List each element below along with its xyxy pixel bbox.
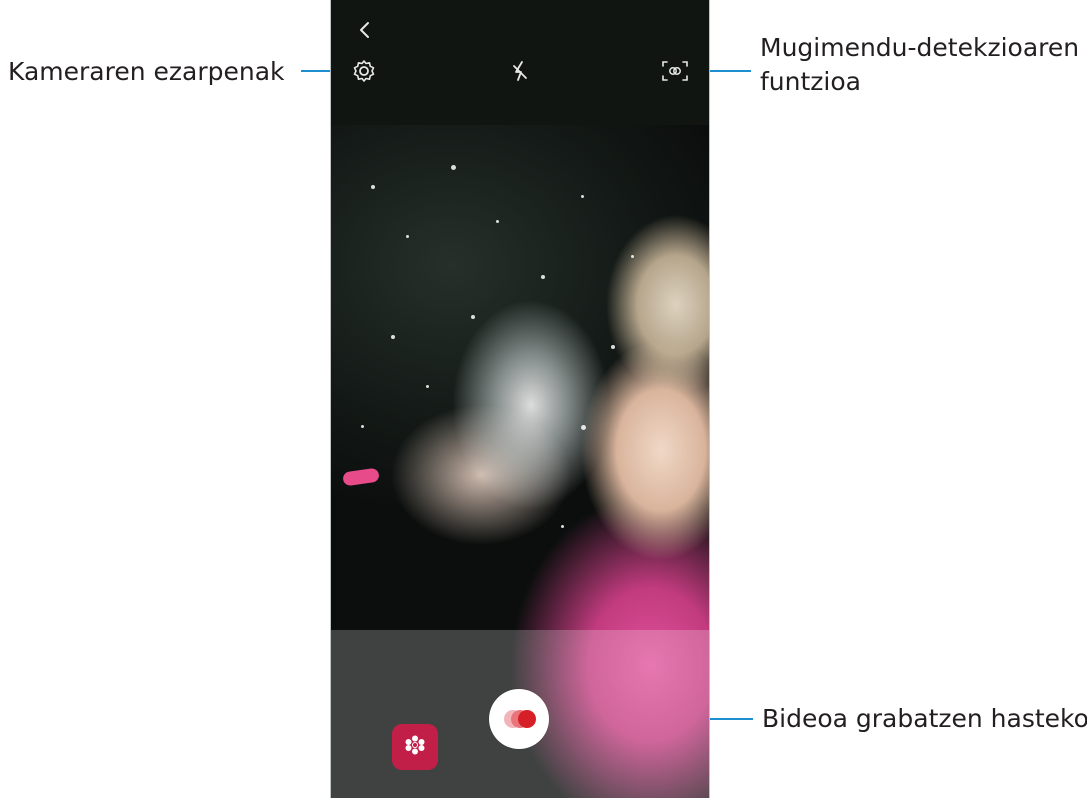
- gear-icon[interactable]: [351, 58, 377, 84]
- start-recording-callout: Bideoa grabatzen hasteko: [762, 704, 1087, 733]
- flash-off-icon[interactable]: [507, 58, 533, 84]
- water-splash: [391, 335, 395, 339]
- camera-settings-callout: Kameraren ezarpenak: [8, 57, 285, 86]
- water-splash: [426, 385, 429, 388]
- water-splash: [496, 220, 499, 223]
- gallery-button[interactable]: [392, 724, 438, 770]
- water-splash: [541, 275, 545, 279]
- water-splash: [471, 315, 475, 319]
- motion-detection-callout-line2: funtzioa: [760, 67, 861, 96]
- water-splash: [631, 255, 634, 258]
- water-splash: [451, 165, 456, 170]
- camera-top-bar: [331, 0, 709, 125]
- water-splash: [561, 525, 564, 528]
- water-splash: [371, 185, 375, 189]
- motion-detection-callout: Mugimendu-detekzioaren funtzioa: [760, 31, 1079, 99]
- water-splash: [581, 425, 586, 430]
- camera-screen: [330, 0, 710, 798]
- record-button[interactable]: [489, 689, 549, 749]
- water-splash: [581, 195, 584, 198]
- motion-detection-callout-line1: Mugimendu-detekzioaren: [760, 33, 1080, 62]
- water-splash: [611, 345, 615, 349]
- water-balloon-nozzle: [342, 467, 380, 487]
- gallery-icon: [403, 733, 427, 761]
- record-dot: [518, 710, 536, 728]
- water-splash: [406, 235, 409, 238]
- chevron-left-icon[interactable]: [353, 18, 377, 42]
- water-splash: [361, 425, 364, 428]
- motion-detection-icon[interactable]: [660, 59, 690, 83]
